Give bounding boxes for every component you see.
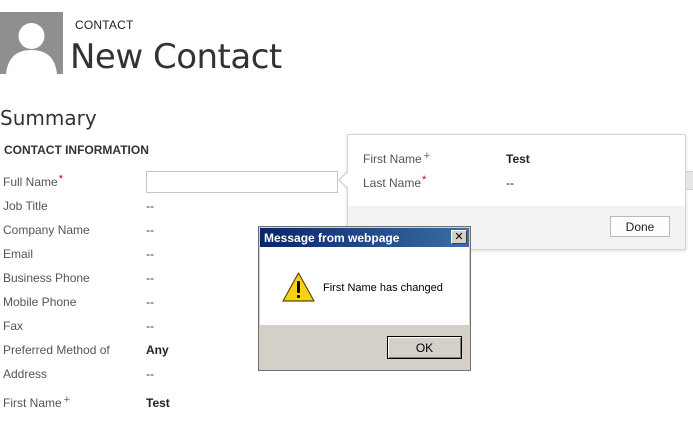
- flyout-pointer-fill: [340, 171, 349, 189]
- field-value[interactable]: --: [146, 271, 154, 285]
- flyout-row-first-name[interactable]: First Name + Test: [348, 150, 687, 172]
- flyout-row-last-name[interactable]: Last Name* --: [348, 174, 687, 196]
- warning-icon: [282, 272, 315, 302]
- field-row-full-name: Full Name*: [0, 171, 340, 195]
- dialog-title: Message from webpage: [264, 231, 400, 245]
- field-label: Address: [3, 367, 48, 381]
- flyout-label: First Name +: [363, 150, 431, 166]
- field-label: Email: [3, 247, 34, 261]
- field-value[interactable]: Any: [146, 343, 169, 357]
- field-value[interactable]: --: [146, 247, 154, 261]
- flyout-value[interactable]: Test: [506, 152, 530, 166]
- field-value[interactable]: --: [146, 319, 154, 333]
- alert-dialog: Message from webpage ✕ First Name has ch…: [258, 226, 471, 371]
- field-value[interactable]: Test: [146, 396, 170, 410]
- field-label: Preferred Method of: [3, 343, 110, 357]
- field-row-job-title[interactable]: Job Title --: [0, 195, 340, 219]
- field-label: Job Title: [3, 199, 48, 213]
- flyout-value[interactable]: --: [506, 176, 514, 190]
- person-silhouette-icon: [6, 23, 57, 74]
- field-value[interactable]: --: [146, 367, 154, 381]
- recommended-marker: +: [63, 396, 71, 406]
- recommended-marker: +: [423, 150, 431, 162]
- field-label: Mobile Phone: [3, 295, 77, 309]
- done-button[interactable]: Done: [610, 216, 670, 237]
- page-title: New Contact: [70, 37, 282, 77]
- field-label: Company Name: [3, 223, 90, 237]
- avatar: [0, 12, 63, 74]
- field-label: First Name +: [3, 396, 71, 410]
- dialog-message: First Name has changed: [323, 282, 443, 294]
- field-label: Business Phone: [3, 271, 90, 285]
- field-value[interactable]: --: [146, 223, 154, 237]
- required-marker: *: [422, 174, 427, 186]
- required-marker: *: [58, 175, 63, 185]
- field-value[interactable]: --: [146, 295, 154, 309]
- side-scroll-tab[interactable]: [686, 171, 693, 190]
- field-label: Full Name*: [3, 175, 63, 189]
- entity-type-label: CONTACT: [75, 18, 134, 32]
- dialog-titlebar[interactable]: Message from webpage ✕: [260, 228, 469, 247]
- subsection-title: CONTACT INFORMATION: [4, 143, 149, 157]
- field-value[interactable]: --: [146, 199, 154, 213]
- full-name-input[interactable]: [146, 171, 338, 193]
- field-row-first-name[interactable]: First Name + Test: [0, 392, 340, 416]
- ok-button[interactable]: OK: [387, 336, 462, 359]
- close-icon[interactable]: ✕: [451, 230, 467, 244]
- dialog-body: First Name has changed: [260, 247, 469, 325]
- field-label: Fax: [3, 319, 24, 333]
- section-title: Summary: [0, 106, 97, 130]
- flyout-label: Last Name*: [363, 174, 427, 190]
